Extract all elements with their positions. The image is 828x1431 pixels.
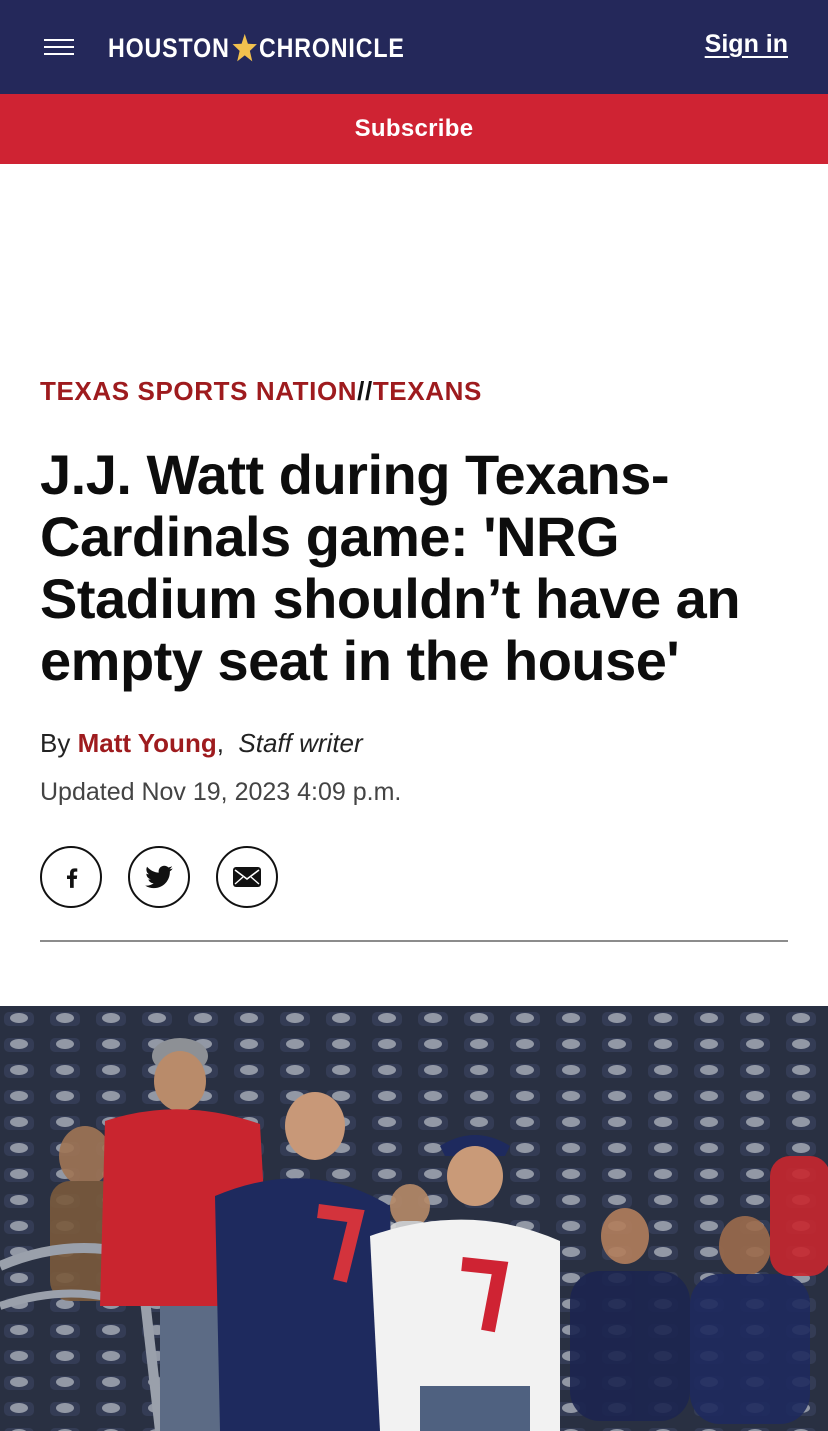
- author-link[interactable]: Matt Young: [78, 728, 217, 758]
- section-divider: [40, 940, 788, 942]
- byline-prefix: By: [40, 728, 71, 758]
- top-navigation-bar: HOUSTON CHRONICLE Sign in: [0, 0, 828, 94]
- stadium-fans-illustration: [0, 1006, 828, 1431]
- star-icon: [232, 33, 257, 62]
- sign-in-link[interactable]: Sign in: [705, 30, 788, 59]
- logo-text-right: CHRONICLE: [258, 32, 405, 63]
- hamburger-menu-icon[interactable]: [44, 36, 74, 58]
- email-share-button[interactable]: [216, 846, 278, 908]
- site-logo[interactable]: HOUSTON CHRONICLE: [108, 28, 405, 68]
- updated-timestamp: Updated Nov 19, 2023 4:09 p.m.: [40, 778, 402, 806]
- facebook-share-button[interactable]: [40, 846, 102, 908]
- twitter-icon: [145, 865, 173, 889]
- ad-placeholder: [0, 164, 828, 354]
- breadcrumb-separator: //: [357, 376, 373, 406]
- article-lead-photo[interactable]: [0, 1006, 828, 1431]
- byline: By Matt Young, Staff writer: [40, 728, 363, 759]
- email-icon: [233, 867, 261, 887]
- subscribe-button[interactable]: Subscribe: [0, 94, 828, 164]
- byline-comma: ,: [216, 728, 224, 758]
- subscribe-label: Subscribe: [354, 115, 474, 142]
- logo-text-left: HOUSTON: [108, 32, 230, 63]
- facebook-icon: [66, 868, 78, 888]
- article-headline: J.J. Watt during Texans-Cardinals game: …: [40, 443, 741, 692]
- author-role: Staff writer: [238, 728, 363, 758]
- breadcrumb: TEXAS SPORTS NATION//TEXANS: [40, 376, 482, 407]
- breadcrumb-topic-link[interactable]: TEXANS: [373, 376, 482, 406]
- twitter-share-button[interactable]: [128, 846, 190, 908]
- breadcrumb-section-link[interactable]: TEXAS SPORTS NATION: [40, 376, 357, 406]
